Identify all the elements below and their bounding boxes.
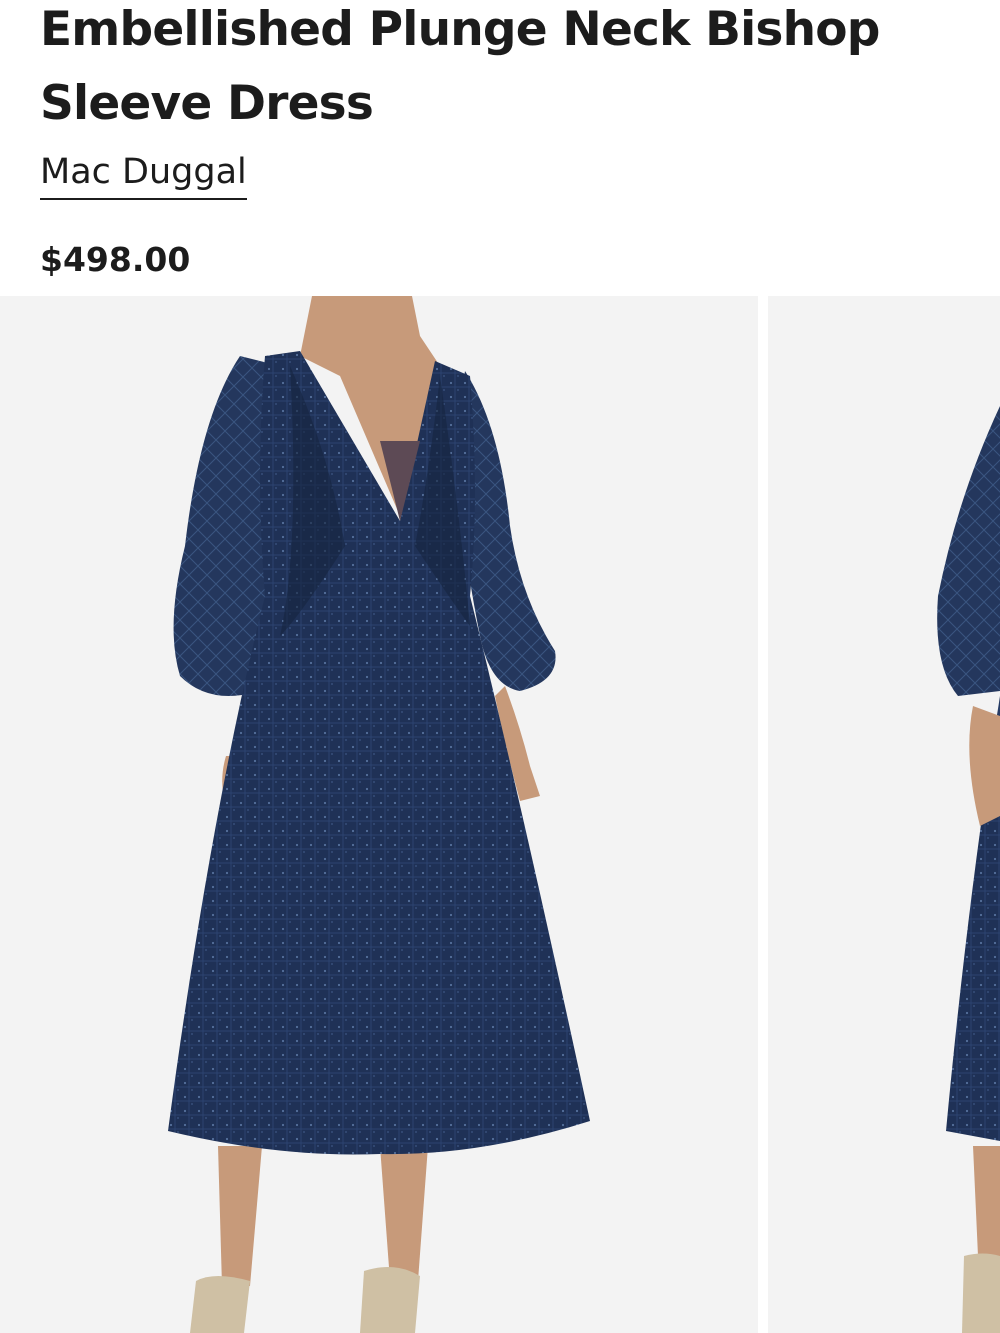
product-price: $498.00: [40, 240, 191, 279]
product-image-gallery[interactable]: [0, 296, 1000, 1333]
dress-front-illustration: [0, 296, 758, 1333]
dress-side-illustration: [768, 296, 1000, 1333]
product-title: Embellished Plunge Neck Bishop Sleeve Dr…: [40, 2, 880, 131]
brand-link[interactable]: Mac Duggal: [40, 150, 247, 200]
product-header: Embellished Plunge Neck Bishop Sleeve Dr…: [40, 0, 940, 279]
product-image-front[interactable]: [0, 296, 758, 1333]
product-image-side[interactable]: [768, 296, 1000, 1333]
